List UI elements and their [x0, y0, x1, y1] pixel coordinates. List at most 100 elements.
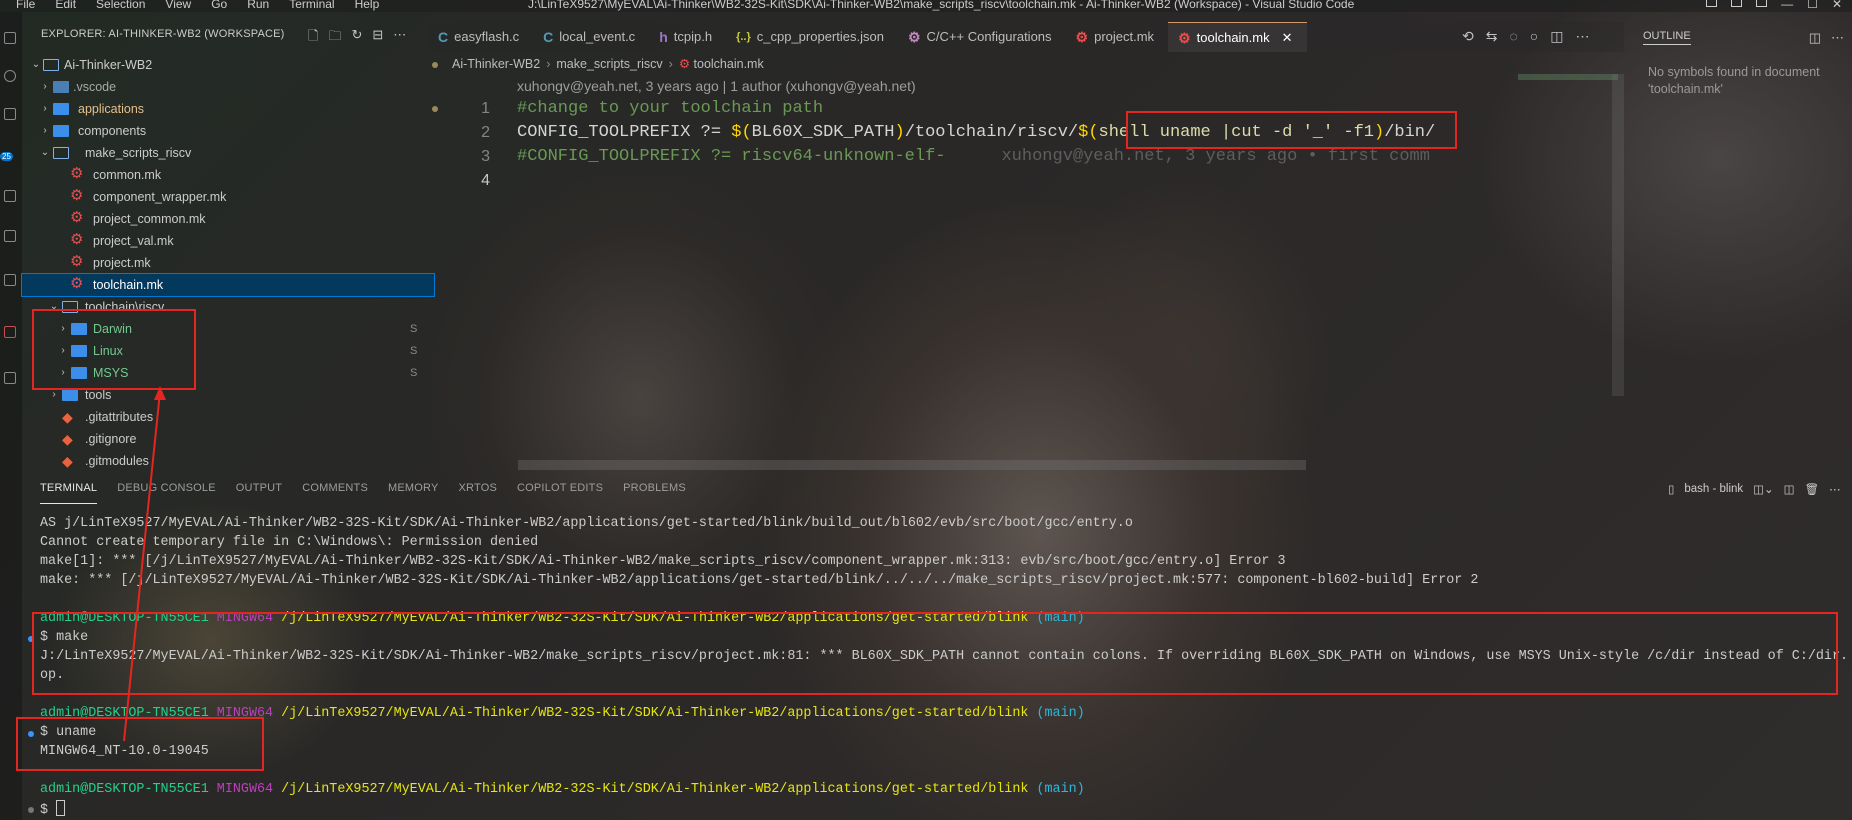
command-status-icon[interactable]	[28, 731, 34, 737]
search-icon[interactable]	[4, 70, 16, 82]
tree-item-gitignore[interactable]: ◆ .gitignore	[22, 428, 428, 450]
horizontal-scrollbar[interactable]	[518, 460, 1306, 470]
tab-terminal[interactable]: TERMINAL	[40, 482, 98, 504]
minimap[interactable]	[1518, 74, 1618, 80]
tab-project-mk[interactable]: ⚙ project.mk	[1066, 22, 1169, 52]
trash-icon[interactable]: 🗑	[1805, 482, 1820, 496]
tree-item-tools[interactable]: › tools	[22, 384, 428, 406]
breadcrumb-item[interactable]: make_scripts_riscv	[556, 57, 662, 71]
go-back-icon[interactable]: ◌	[1509, 28, 1517, 45]
shell-selector[interactable]: bash - blink	[1684, 483, 1743, 495]
minimize-button[interactable]: —	[1781, 0, 1793, 10]
tree-item-msys[interactable]: › MSYS S	[22, 362, 428, 384]
tree-item-gitattributes[interactable]: ◆ .gitattributes	[22, 406, 428, 428]
timeline-icon[interactable]: ⟲	[1462, 28, 1474, 45]
breadcrumb-item[interactable]: Ai-Thinker-WB2	[452, 57, 540, 71]
chevron-down-icon: ⌄	[31, 59, 41, 70]
collapse-all-icon[interactable]: ⊟	[372, 27, 383, 49]
source-control-badge: 25	[0, 152, 13, 161]
terminal-input[interactable]: $	[40, 800, 66, 818]
tree-item-vscode[interactable]: › .vscode	[22, 76, 428, 98]
run-debug-icon[interactable]	[4, 190, 16, 202]
more-actions-icon[interactable]: ⋯	[1831, 30, 1844, 46]
tab-output[interactable]: OUTPUT	[236, 482, 282, 504]
tree-item-toolchain-riscv[interactable]: ⌄ toolchain\riscv	[22, 296, 428, 318]
tab-memory[interactable]: MEMORY	[388, 482, 439, 504]
vertical-scrollbar[interactable]	[1612, 74, 1624, 396]
tab-comments[interactable]: COMMENTS	[302, 482, 368, 504]
menu-view[interactable]: View	[165, 0, 191, 11]
tree-item-darwin[interactable]: › Darwin S	[22, 318, 428, 340]
tab-local-event-c[interactable]: Clocal_event.c	[533, 22, 649, 52]
layout-toggle-icon[interactable]	[1706, 0, 1718, 7]
tab-easyflash-c[interactable]: Ceasyflash.c	[428, 22, 533, 52]
tree-item-applications[interactable]: › applications	[22, 98, 438, 120]
prompt-symbol: $	[40, 803, 57, 818]
tab-problems[interactable]: PROBLEMS	[623, 482, 686, 504]
tab-c-cpp-configurations[interactable]: ⚙ C/C++ Configurations	[898, 22, 1066, 52]
settings-gear-icon: ⚙	[907, 29, 921, 45]
menu-go[interactable]: Go	[211, 0, 227, 11]
code-line-2[interactable]: CONFIG_TOOLPREFIX ?= $(BL60X_SDK_PATH)/t…	[517, 123, 1435, 142]
tab-copilot-edits[interactable]: COPILOT EDITS	[517, 482, 603, 504]
command-status-icon[interactable]	[28, 636, 34, 642]
sidebar-toggle-icon[interactable]	[1756, 0, 1768, 7]
menu-run[interactable]: Run	[247, 0, 269, 11]
menu-file[interactable]: File	[16, 0, 35, 11]
tab-toolchain-mk[interactable]: ⚙ toolchain.mk ✕	[1168, 22, 1307, 53]
split-editor-icon[interactable]: ◫	[1550, 28, 1563, 45]
more-actions-icon[interactable]: ⋯	[1829, 482, 1841, 496]
go-forward-icon[interactable]: ○	[1530, 28, 1538, 45]
tree-item-gitmodules[interactable]: ◆ .gitmodules	[22, 450, 428, 472]
split-icon[interactable]: ◫	[1809, 30, 1821, 46]
tree-item-ai-thinker-wb2[interactable]: ⌄ Ai-Thinker-WB2	[22, 54, 438, 76]
code-line-1[interactable]: #change to your toolchain path	[517, 99, 823, 118]
tree-item-component-wrapper-mk[interactable]: ⚙ component_wrapper.mk	[22, 186, 428, 208]
tab-xrtos[interactable]: XRTOS	[459, 482, 498, 504]
source-control-icon[interactable]	[4, 108, 16, 120]
makefile-gear-icon: ⚙	[70, 187, 84, 204]
tree-item-linux[interactable]: › Linux S	[22, 340, 428, 362]
tree-item-make-scripts-riscv[interactable]: ⌄ make_scripts_riscv	[22, 142, 428, 164]
json-file-icon: {..}	[736, 31, 751, 43]
more-actions-icon[interactable]: ⋯	[393, 27, 406, 49]
remote-explorer-icon[interactable]	[4, 274, 16, 286]
menu-terminal[interactable]: Terminal	[289, 0, 334, 11]
code-token: /toolchain/riscv/	[904, 123, 1079, 142]
extensions-icon[interactable]	[4, 230, 16, 242]
menu-edit[interactable]: Edit	[55, 0, 76, 11]
file-tree: ⌄ Ai-Thinker-WB2 › .vscode › application…	[21, 54, 438, 472]
tree-item-toolchain-mk[interactable]: ⚙ toolchain.mk	[21, 273, 435, 297]
new-folder-icon[interactable]: 🗀	[328, 27, 341, 49]
menu-selection[interactable]: Selection	[96, 0, 145, 11]
outline-title[interactable]: OUTLINE	[1643, 30, 1691, 45]
extension-plugin-icon[interactable]	[4, 326, 16, 338]
menu-bar: File Edit Selection View Go Run Terminal Help	[16, 0, 399, 10]
close-tab-icon[interactable]: ✕	[1282, 23, 1293, 53]
tab-c-cpp-properties-json[interactable]: {..} c_cpp_properties.json	[726, 22, 898, 52]
split-terminal-icon[interactable]: ◫⌄	[1753, 482, 1774, 496]
tree-item-common-mk[interactable]: ⚙ common.mk	[22, 164, 428, 186]
explorer-icon[interactable]	[4, 32, 16, 44]
maximize-panel-icon[interactable]: ◫	[1784, 482, 1795, 496]
tree-item-project-mk[interactable]: ⚙ project.mk	[22, 252, 428, 274]
new-file-icon[interactable]: 🗋	[308, 27, 318, 49]
testing-icon[interactable]	[4, 372, 16, 384]
maximize-button[interactable]: ☐	[1807, 0, 1818, 10]
git-blame-codelens[interactable]: xuhongv@yeah.net, 3 years ago | 1 author…	[517, 78, 916, 94]
close-window-button[interactable]: ✕	[1832, 0, 1842, 10]
tab-debug-console[interactable]: DEBUG CONSOLE	[117, 482, 216, 504]
breadcrumb-item[interactable]: toolchain.mk	[694, 57, 764, 71]
tree-item-components[interactable]: › components	[22, 120, 428, 142]
git-icon: ◆	[62, 453, 73, 469]
code-line-3[interactable]: #CONFIG_TOOLPREFIX ?= riscv64-unknown-el…	[517, 147, 1513, 166]
more-actions-icon[interactable]: ⋯	[1576, 28, 1590, 45]
folder-open-icon	[43, 59, 59, 71]
panel-toggle-icon[interactable]	[1731, 0, 1743, 7]
tree-item-project-val-mk[interactable]: ⚙ project_val.mk	[22, 230, 428, 252]
tree-item-project-common-mk[interactable]: ⚙ project_common.mk	[22, 208, 428, 230]
menu-help[interactable]: Help	[355, 0, 380, 11]
refresh-icon[interactable]: ↻	[351, 27, 362, 49]
compare-icon[interactable]: ⇆	[1486, 28, 1498, 45]
tab-tcpip-h[interactable]: h tcpip.h	[649, 22, 726, 52]
